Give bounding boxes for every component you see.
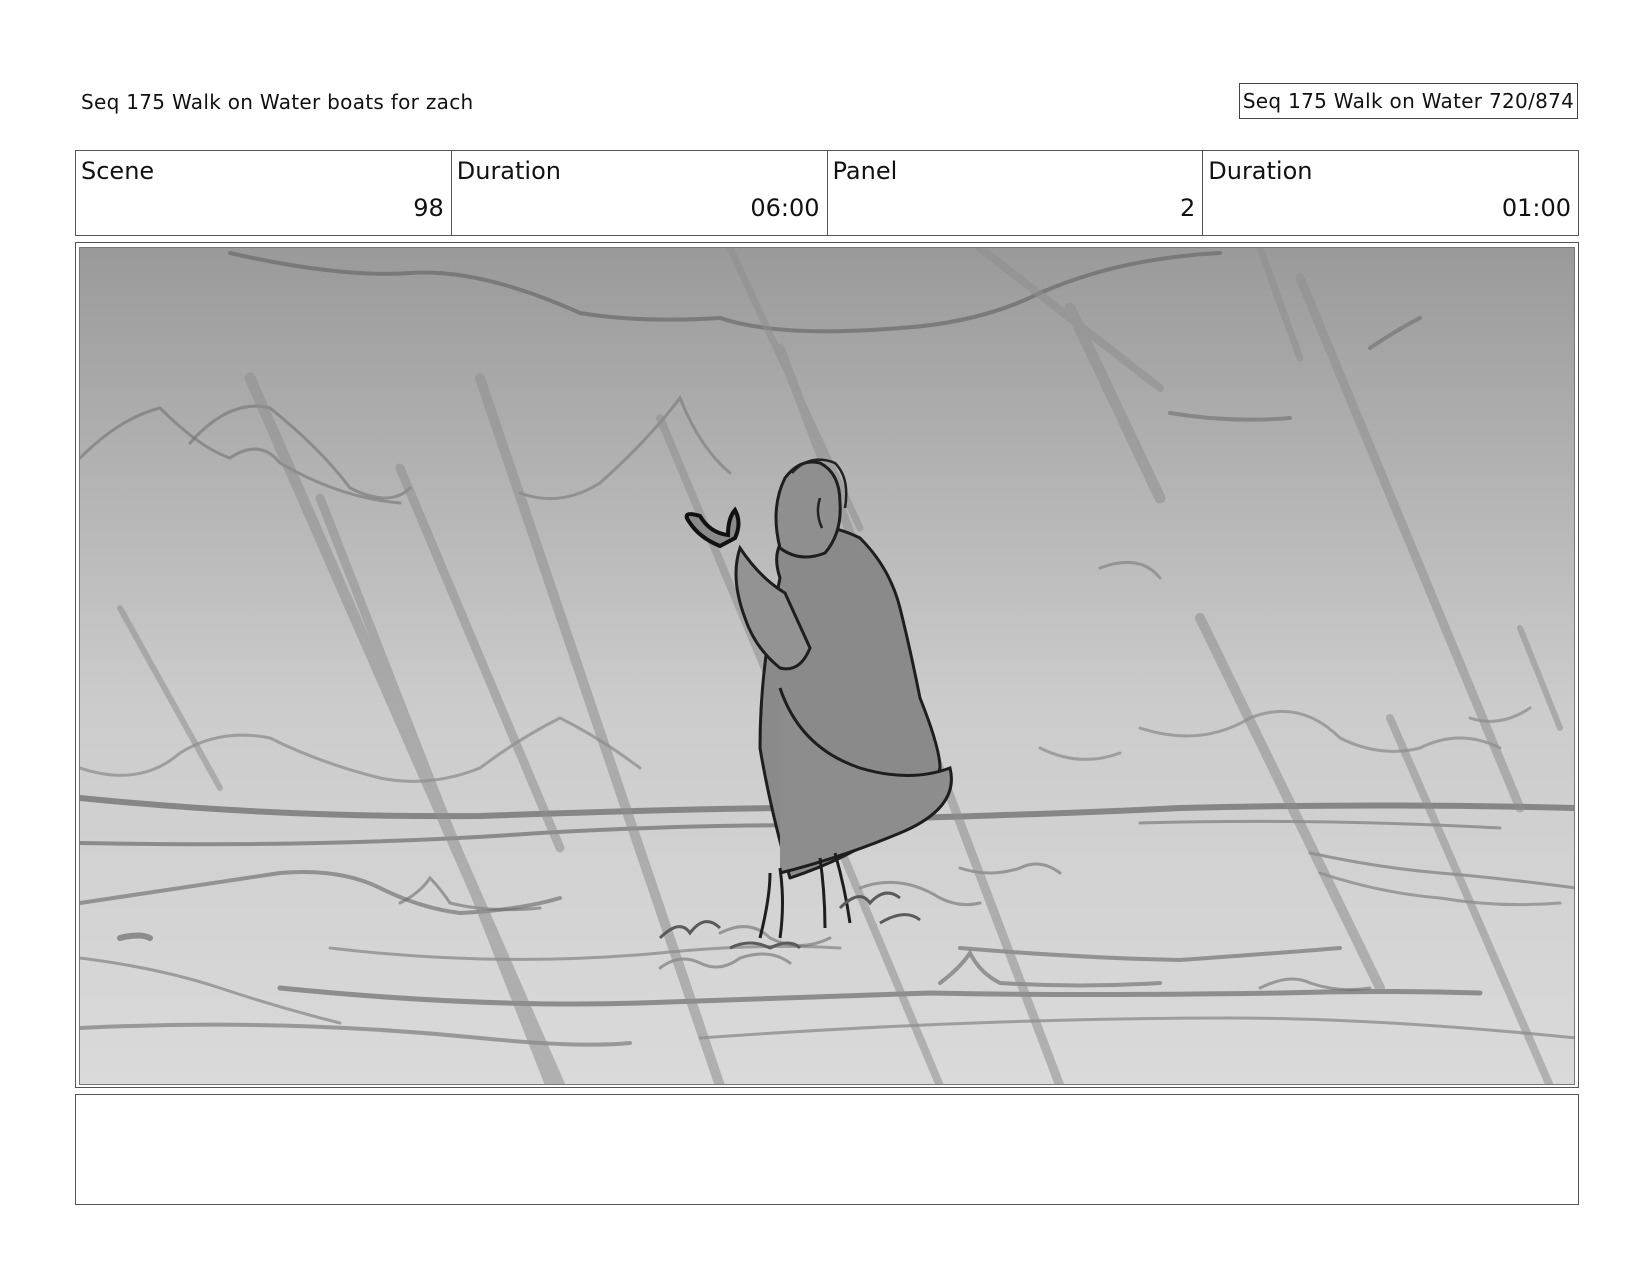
scene-value: 98 <box>413 194 444 222</box>
scene-duration-label: Duration <box>456 157 561 185</box>
sequence-title: Seq 175 Walk on Water boats for zach <box>81 90 474 114</box>
panel-info-table: Scene 98 Duration 06:00 Panel 2 Duration… <box>75 150 1579 236</box>
scene-cell: Scene 98 <box>76 151 452 235</box>
panel-notes-box[interactable] <box>75 1094 1579 1205</box>
scene-label: Scene <box>81 157 155 185</box>
scene-duration-value: 06:00 <box>750 194 820 222</box>
storyboard-panel-image <box>79 247 1575 1085</box>
panel-label: Panel <box>832 157 898 185</box>
panel-cell: Panel 2 <box>828 151 1204 235</box>
page-indicator: Seq 175 Walk on Water 720/874 <box>1239 83 1578 119</box>
panel-duration-cell: Duration 01:00 <box>1203 151 1578 235</box>
panel-value: 2 <box>1179 194 1196 222</box>
panel-duration-value: 01:00 <box>1501 194 1571 222</box>
storyboard-sketch-icon <box>80 248 1574 1084</box>
scene-duration-cell: Duration 06:00 <box>452 151 828 235</box>
panel-duration-label: Duration <box>1208 157 1313 185</box>
